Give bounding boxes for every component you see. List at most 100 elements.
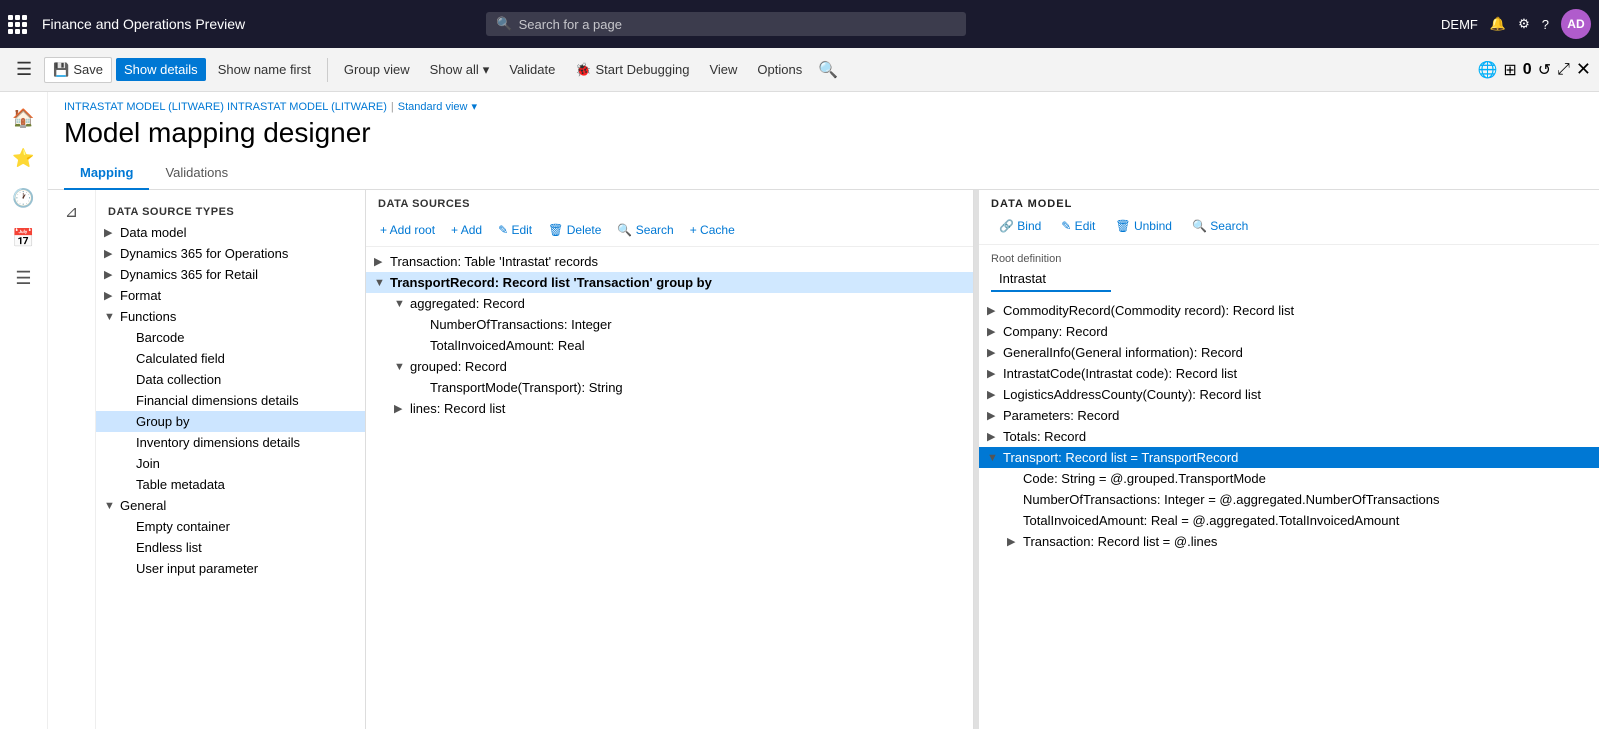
- toolbar-search-icon[interactable]: 🔍: [818, 60, 838, 80]
- list-item[interactable]: ▼Functions: [96, 306, 365, 327]
- nav-calendar-icon[interactable]: 📅: [6, 220, 42, 256]
- app-title: Finance and Operations Preview: [42, 16, 245, 32]
- start-debugging-button[interactable]: 🐞 Start Debugging: [567, 58, 697, 82]
- validate-button[interactable]: Validate: [501, 58, 563, 81]
- tree-item-label: TotalInvoicedAmount: Real = @.aggregated…: [1023, 513, 1399, 528]
- filter-icon[interactable]: ⊿: [65, 202, 78, 729]
- list-item[interactable]: Inventory dimensions details: [96, 432, 365, 453]
- toolbar-right-icon-5[interactable]: ⤢: [1557, 61, 1570, 79]
- close-icon[interactable]: ✕: [1576, 59, 1591, 80]
- list-item[interactable]: ▼General: [96, 495, 365, 516]
- add-root-button[interactable]: + Add root: [374, 220, 441, 240]
- search-model-button[interactable]: 🔍 Search: [1184, 216, 1256, 236]
- tree-item-label: Functions: [120, 309, 176, 324]
- tree-toggle-icon: ▶: [987, 430, 1003, 443]
- list-item[interactable]: ▼aggregated: Record: [366, 293, 973, 314]
- list-item[interactable]: ▼Transport: Record list = TransportRecor…: [979, 447, 1599, 468]
- show-name-first-button[interactable]: Show name first: [210, 58, 319, 81]
- list-item[interactable]: Group by: [96, 411, 365, 432]
- data-sources-tree: ▶Transaction: Table 'Intrastat' records▼…: [366, 247, 973, 729]
- edit-button[interactable]: ✎ Edit: [492, 220, 538, 240]
- show-details-button[interactable]: Show details: [116, 58, 206, 81]
- help-icon[interactable]: ?: [1542, 17, 1549, 32]
- global-search[interactable]: 🔍 Search for a page: [486, 12, 966, 36]
- breadcrumb-part2: Standard view: [398, 101, 468, 113]
- list-item[interactable]: ▶Dynamics 365 for Retail: [96, 264, 365, 285]
- nav-star-icon[interactable]: ⭐: [6, 140, 42, 176]
- list-item[interactable]: ▶Company: Record: [979, 321, 1599, 342]
- hamburger-icon[interactable]: ☰: [8, 55, 40, 84]
- tree-item-label: Data model: [120, 225, 186, 240]
- nav-home-icon[interactable]: 🏠: [6, 100, 42, 136]
- tree-toggle-icon: ▶: [394, 402, 410, 415]
- nav-recent-icon[interactable]: 🕐: [6, 180, 42, 216]
- tree-toggle-icon: ▶: [104, 226, 120, 239]
- list-item[interactable]: TotalInvoicedAmount: Real: [366, 335, 973, 356]
- list-item[interactable]: Data collection: [96, 369, 365, 390]
- list-item[interactable]: NumberOfTransactions: Integer: [366, 314, 973, 335]
- waffle-menu[interactable]: [8, 15, 26, 33]
- list-item[interactable]: TransportMode(Transport): String: [366, 377, 973, 398]
- toolbar-right-icon-1[interactable]: 🌐: [1477, 60, 1497, 80]
- list-item[interactable]: ▶lines: Record list: [366, 398, 973, 419]
- unbind-button[interactable]: 🗑 Unbind: [1107, 216, 1180, 236]
- tree-item-label: NumberOfTransactions: Integer = @.aggreg…: [1023, 492, 1440, 507]
- tree-item-label: General: [120, 498, 166, 513]
- edit-model-button[interactable]: ✎ Edit: [1053, 216, 1103, 236]
- breadcrumb-chevron-icon: ▾: [471, 100, 477, 113]
- list-item[interactable]: ▼grouped: Record: [366, 356, 973, 377]
- toolbar-right-icon-2[interactable]: ⊞: [1503, 60, 1516, 80]
- tree-item-label: Dynamics 365 for Operations: [120, 246, 288, 261]
- tree-item-label: TotalInvoicedAmount: Real: [430, 338, 585, 353]
- search-button[interactable]: 🔍 Search: [611, 220, 679, 240]
- list-item[interactable]: Code: String = @.grouped.TransportMode: [979, 468, 1599, 489]
- settings-icon[interactable]: ⚙: [1518, 16, 1530, 32]
- delete-button[interactable]: 🗑 Delete: [542, 220, 607, 240]
- options-button[interactable]: Options: [749, 58, 810, 81]
- add-button[interactable]: + Add: [445, 220, 488, 240]
- list-item[interactable]: ▶IntrastatCode(Intrastat code): Record l…: [979, 363, 1599, 384]
- toolbar-right-icon-4[interactable]: ↺: [1538, 60, 1551, 80]
- tree-toggle-icon: ▶: [1007, 535, 1023, 548]
- toolbar-right-icon-3[interactable]: 0: [1523, 61, 1532, 79]
- list-item[interactable]: ▶GeneralInfo(General information): Recor…: [979, 342, 1599, 363]
- tree-toggle-icon: ▼: [394, 361, 410, 373]
- data-sources-header: DATA SOURCES: [366, 190, 973, 214]
- tree-item-label: User input parameter: [136, 561, 258, 576]
- list-item[interactable]: ▶Parameters: Record: [979, 405, 1599, 426]
- list-item[interactable]: ▶Format: [96, 285, 365, 306]
- list-item[interactable]: ▶CommodityRecord(Commodity record): Reco…: [979, 300, 1599, 321]
- tree-item-label: TransportRecord: Record list 'Transactio…: [390, 275, 712, 290]
- tab-validations[interactable]: Validations: [149, 157, 244, 190]
- list-item[interactable]: ▶Totals: Record: [979, 426, 1599, 447]
- notification-icon[interactable]: 🔔: [1490, 16, 1506, 32]
- list-item[interactable]: ▶Dynamics 365 for Operations: [96, 243, 365, 264]
- list-item[interactable]: ▶Data model: [96, 222, 365, 243]
- nav-list-icon[interactable]: ☰: [6, 260, 42, 296]
- list-item[interactable]: ▶LogisticsAddressCounty(County): Record …: [979, 384, 1599, 405]
- tree-item-label: Barcode: [136, 330, 184, 345]
- list-item[interactable]: Empty container: [96, 516, 365, 537]
- tab-mapping[interactable]: Mapping: [64, 157, 149, 190]
- data-model-toolbar: 🔗 Bind ✎ Edit 🗑 Unbind 🔍 Search: [991, 216, 1587, 236]
- list-item[interactable]: Endless list: [96, 537, 365, 558]
- list-item[interactable]: TotalInvoicedAmount: Real = @.aggregated…: [979, 510, 1599, 531]
- group-view-button[interactable]: Group view: [336, 58, 418, 81]
- list-item[interactable]: User input parameter: [96, 558, 365, 579]
- list-item[interactable]: Table metadata: [96, 474, 365, 495]
- list-item[interactable]: Calculated field: [96, 348, 365, 369]
- user-avatar[interactable]: AD: [1561, 9, 1591, 39]
- tree-item-label: IntrastatCode(Intrastat code): Record li…: [1003, 366, 1237, 381]
- save-button[interactable]: 💾 Save: [44, 57, 112, 83]
- list-item[interactable]: ▶Transaction: Table 'Intrastat' records: [366, 251, 973, 272]
- list-item[interactable]: Join: [96, 453, 365, 474]
- list-item[interactable]: NumberOfTransactions: Integer = @.aggreg…: [979, 489, 1599, 510]
- view-button[interactable]: View: [701, 58, 745, 81]
- list-item[interactable]: ▶Transaction: Record list = @.lines: [979, 531, 1599, 552]
- show-all-button[interactable]: Show all ▾: [422, 58, 498, 82]
- list-item[interactable]: ▼TransportRecord: Record list 'Transacti…: [366, 272, 973, 293]
- cache-button[interactable]: + Cache: [684, 220, 741, 240]
- bind-button[interactable]: 🔗 Bind: [991, 216, 1049, 236]
- list-item[interactable]: Financial dimensions details: [96, 390, 365, 411]
- list-item[interactable]: Barcode: [96, 327, 365, 348]
